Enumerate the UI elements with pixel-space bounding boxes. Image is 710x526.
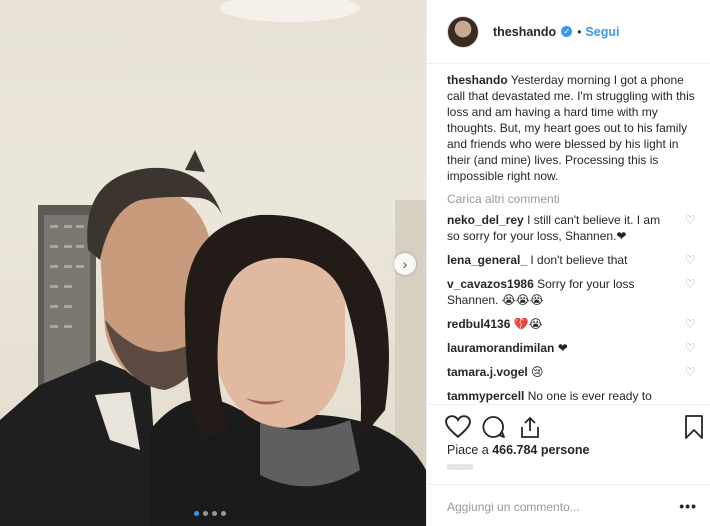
- comment-text: ❤: [557, 341, 568, 355]
- chevron-right-icon: ›: [402, 256, 408, 272]
- post-date: [447, 464, 473, 470]
- likes-prefix: Piace a: [447, 443, 489, 457]
- comment-like-icon[interactable]: ♡: [685, 366, 697, 378]
- avatar[interactable]: [447, 15, 479, 48]
- comment-username[interactable]: v_cavazos1986: [447, 277, 534, 291]
- carousel-dot: [194, 511, 199, 516]
- follow-button[interactable]: Segui: [585, 25, 619, 39]
- likes-number: 466.784: [492, 443, 538, 457]
- comment-item: lena_general_ I don't believe that ♡: [447, 252, 697, 268]
- comment-username[interactable]: tammypercell: [447, 389, 524, 403]
- comment-username[interactable]: neko_del_rey: [447, 213, 524, 227]
- options-icon[interactable]: •••: [679, 498, 697, 514]
- header-separator: •: [577, 24, 582, 39]
- comment-username[interactable]: lauramorandimilan: [447, 341, 554, 355]
- add-comment-input[interactable]: Aggiungi un commento...: [447, 500, 580, 514]
- comment-like-icon[interactable]: ♡: [685, 278, 697, 290]
- comment-username[interactable]: tamara.j.vogel: [447, 365, 528, 379]
- verified-badge-icon: ✓: [561, 26, 573, 37]
- post-side-panel: theshando ✓ • Segui theshando Yesterday …: [426, 0, 710, 526]
- comment-like-icon[interactable]: ♡: [685, 214, 697, 226]
- share-icon[interactable]: [519, 415, 541, 439]
- photo-illustration: [0, 0, 426, 526]
- post-modal: › theshando ✓ • Segui theshando Yesterda…: [0, 0, 710, 526]
- comment-icon[interactable]: [482, 415, 506, 439]
- carousel-dot: [203, 511, 208, 516]
- post-photo: ›: [0, 0, 426, 526]
- comment-item: tamara.j.vogel 😢 ♡: [447, 364, 697, 380]
- comment-like-icon[interactable]: ♡: [685, 342, 697, 354]
- comment-item: v_cavazos1986 Sorry for your loss Shanne…: [447, 276, 697, 308]
- comment-username[interactable]: lena_general_: [447, 253, 527, 267]
- post-header: theshando ✓ • Segui: [427, 0, 710, 64]
- carousel-dot: [221, 511, 226, 516]
- likes-count[interactable]: Piace a 466.784 persone: [447, 443, 590, 457]
- comment-text: I don't believe that: [530, 253, 628, 267]
- comment-item: tammypercell No one is ever ready to rec…: [447, 388, 697, 404]
- post-caption: theshando Yesterday morning I got a phon…: [447, 72, 697, 184]
- carousel-dot: [212, 511, 217, 516]
- comment-like-icon[interactable]: ♡: [685, 318, 697, 330]
- caption-username[interactable]: theshando: [447, 73, 508, 87]
- load-more-comments-button[interactable]: Carica altri commenti: [447, 192, 697, 206]
- action-bar: [427, 404, 710, 444]
- comment-text: 😢: [531, 365, 544, 379]
- carousel-indicator: [194, 511, 226, 516]
- header-username[interactable]: theshando: [493, 25, 556, 39]
- add-comment-bar: Aggiungi un commento... •••: [427, 484, 710, 526]
- carousel-next-button[interactable]: ›: [394, 253, 416, 275]
- comment-username[interactable]: redbul4136: [447, 317, 510, 331]
- likes-suffix: persone: [540, 443, 590, 457]
- heart-icon[interactable]: [445, 415, 471, 439]
- comment-item: redbul4136 💔😭 ♡: [447, 316, 697, 332]
- comment-text: 💔😭: [513, 317, 543, 331]
- comment-item: neko_del_rey I still can't believe it. I…: [447, 212, 697, 244]
- caption-text: Yesterday morning I got a phone call tha…: [447, 73, 695, 183]
- comments-list[interactable]: theshando Yesterday morning I got a phon…: [447, 72, 697, 404]
- bookmark-icon[interactable]: [685, 415, 703, 439]
- comment-item: lauramorandimilan ❤ ♡: [447, 340, 697, 356]
- comment-like-icon[interactable]: ♡: [685, 254, 697, 266]
